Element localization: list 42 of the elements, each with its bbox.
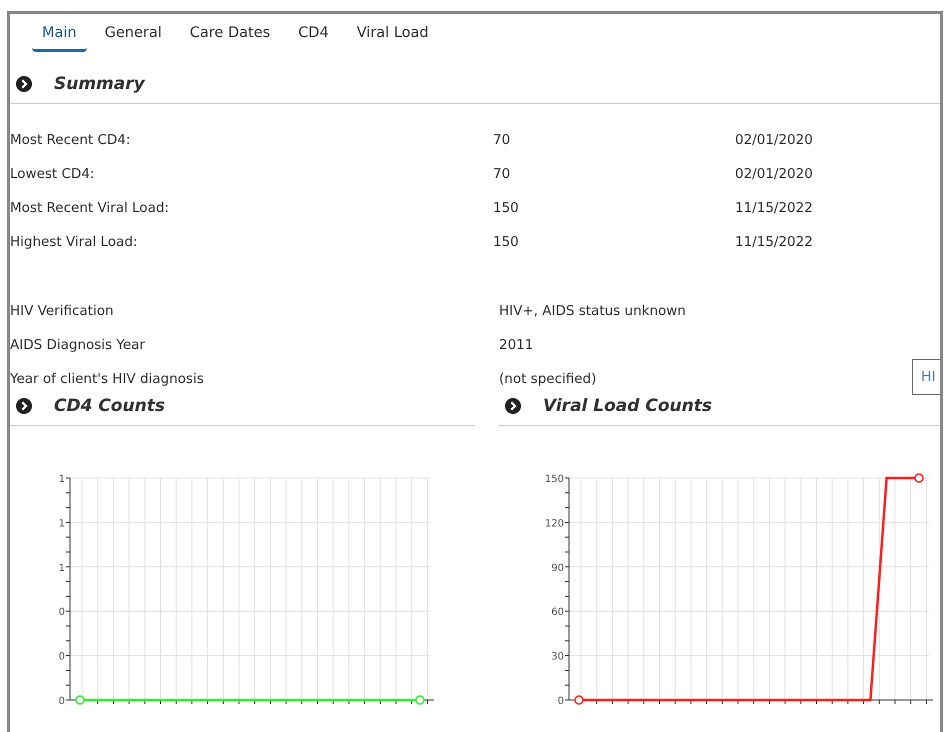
axis-label: 0	[558, 696, 564, 707]
field-value: 70	[493, 166, 510, 182]
section-title: CD4 Counts	[54, 396, 165, 416]
axis-label: 1	[58, 474, 65, 485]
tab[interactable]: Main	[32, 23, 87, 52]
date-value: 02/01/2020	[735, 132, 813, 148]
expand-icon[interactable]	[16, 76, 32, 92]
field-label: AIDS Diagnosis Year	[10, 337, 145, 353]
axis-label: 60	[551, 607, 564, 618]
field-value: (not specified)	[499, 371, 596, 387]
side-button[interactable]: HI	[912, 359, 940, 395]
expand-icon[interactable]	[505, 398, 521, 414]
axis-label: 90	[551, 562, 564, 574]
tab[interactable]: CD4	[288, 23, 339, 52]
expand-icon[interactable]	[16, 398, 32, 414]
axis-label: 150	[544, 474, 564, 485]
axis-label: 30	[551, 652, 564, 663]
date-value: 11/15/2022	[735, 200, 813, 216]
axis-label: 1	[58, 562, 65, 574]
date-value: 11/15/2022	[735, 234, 813, 250]
field-label: HIV Verification	[10, 303, 114, 319]
axis-label: 0	[58, 607, 65, 618]
field-value: 150	[493, 200, 519, 216]
field-label: Highest Viral Load:	[10, 234, 138, 250]
date-value: 02/01/2020	[735, 166, 813, 182]
field-value: HIV+, AIDS status unknown	[499, 303, 686, 319]
axis-label: 1	[58, 518, 65, 530]
field-value: 70	[493, 132, 510, 148]
section-title: Summary	[54, 74, 145, 94]
field-label: Most Recent Viral Load:	[10, 200, 169, 216]
axis-label: 0	[58, 652, 65, 663]
tab[interactable]: Viral Load	[346, 23, 439, 52]
field-label: Most Recent CD4:	[10, 132, 130, 148]
section-title: Viral Load Counts	[543, 396, 712, 416]
field-label: Year of client's HIV diagnosis	[10, 371, 204, 387]
tab[interactable]: General	[94, 23, 172, 52]
field-value: 150	[493, 234, 519, 250]
tab[interactable]: Care Dates	[180, 23, 280, 52]
axis-label: 120	[544, 518, 564, 530]
field-label: Lowest CD4:	[10, 166, 94, 182]
axis-label: 0	[58, 696, 65, 707]
field-value: 2011	[499, 337, 534, 353]
